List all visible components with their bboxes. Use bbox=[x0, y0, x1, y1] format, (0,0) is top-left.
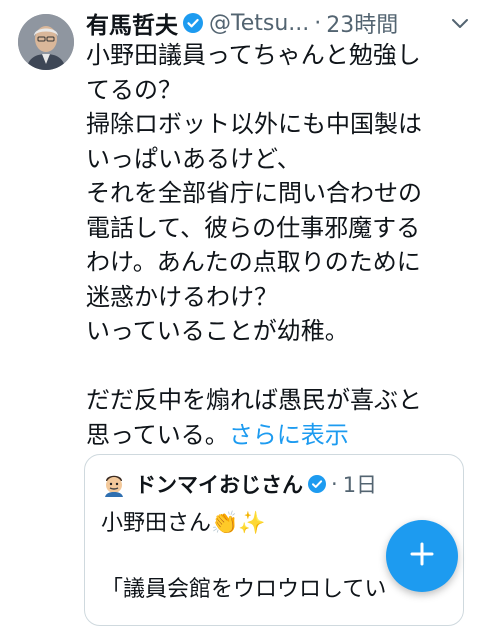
author-avatar[interactable] bbox=[18, 14, 74, 70]
tweet-text-last: 思っている。 bbox=[86, 420, 229, 449]
tweet-text-line: 掃除ロボット以外にも中国製は bbox=[86, 110, 422, 138]
tweet-timestamp[interactable]: 23時間 bbox=[326, 7, 398, 39]
show-more-link[interactable]: さらに表示 bbox=[229, 421, 349, 449]
author-handle[interactable]: @Tetsu... bbox=[209, 11, 309, 36]
verified-badge-icon bbox=[183, 13, 203, 33]
tweet-last-line: 思っている。さらに表示 bbox=[86, 418, 474, 453]
quoted-tweet-header: ドンマイおじさん · 1日 bbox=[101, 469, 377, 499]
quoted-tweet-timestamp[interactable]: 1日 bbox=[343, 469, 377, 499]
compose-tweet-button[interactable] bbox=[386, 520, 458, 592]
tweet-text-line: わけ。あんたの点取りのために bbox=[86, 248, 421, 276]
separator-dot: · bbox=[331, 472, 338, 496]
separator-dot: · bbox=[314, 10, 322, 36]
tweet-text-line: いっぱいあるけど、 bbox=[86, 144, 301, 173]
tweet-text-line: 迷惑かけるわけ？ bbox=[86, 282, 278, 311]
tweet-text-line: 電話して、彼らの仕事邪魔する bbox=[86, 213, 421, 242]
tweet-text-line: だだ反中を煽れば愚民が喜ぶと bbox=[86, 386, 422, 414]
quoted-author-name[interactable]: ドンマイおじさん bbox=[135, 469, 303, 499]
author-name[interactable]: 有馬哲夫 bbox=[86, 6, 178, 40]
tweet-body: 小野田議員ってちゃんと勉強し てるの？ 掃除ロボット以外にも中国製は いっぱいあ… bbox=[86, 38, 474, 452]
plus-icon bbox=[409, 541, 435, 571]
tweet-text-line: 小野田議員ってちゃんと勉強し bbox=[86, 41, 421, 69]
quoted-author-avatar[interactable] bbox=[101, 471, 127, 497]
tweet-header: 有馬哲夫 @Tetsu... · 23時間 bbox=[86, 6, 476, 40]
more-options-icon[interactable] bbox=[448, 11, 472, 35]
tweet-text-line: いっていることが幼稚。 bbox=[86, 317, 349, 345]
verified-badge-icon bbox=[308, 475, 326, 493]
tweet-text-line: てるの？ bbox=[86, 75, 182, 104]
tweet-text-line: それを全部省庁に問い合わせの bbox=[86, 179, 422, 207]
